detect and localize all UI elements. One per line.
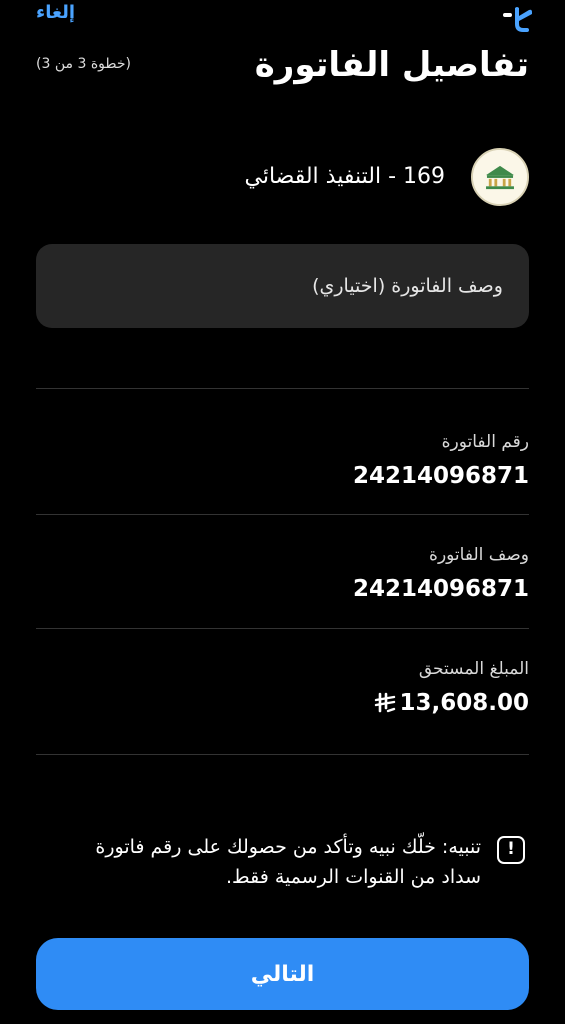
invoice-description-input[interactable] xyxy=(36,244,529,328)
biller-logo-icon xyxy=(471,148,529,206)
alert-exclamation-icon: ! xyxy=(497,836,525,864)
step-indicator: (خطوة 3 من 3) xyxy=(36,56,131,72)
invoice-number-block: رقم الفاتورة 24214096871 xyxy=(36,430,529,520)
divider xyxy=(36,388,529,389)
invoice-description-label: وصف الفاتورة xyxy=(429,545,529,565)
saudi-riyal-icon xyxy=(374,692,395,713)
divider xyxy=(36,514,529,515)
invoice-number-label: رقم الفاتورة xyxy=(441,432,529,452)
page-title: تفاصيل الفاتورة xyxy=(254,45,529,85)
brand-logo-icon xyxy=(503,7,532,32)
invoice-description-value: 24214096871 xyxy=(352,576,529,602)
amount-due-label: المبلغ المستحق xyxy=(418,659,529,679)
amount-due-row: 13,608.00 xyxy=(374,687,530,719)
cancel-link[interactable]: إلغاء xyxy=(36,2,75,23)
title-row: تفاصيل الفاتورة (خطوة 3 من 3) xyxy=(36,42,529,88)
divider xyxy=(36,628,529,629)
warning-text: تنبيه: خلّك نبيه وتأكد من حصولك على رقم … xyxy=(95,836,481,888)
amount-due-value: 13,608.00 xyxy=(399,690,530,716)
warning-notice: ! تنبيه: خلّك نبيه وتأكد من حصولك على رق… xyxy=(36,832,529,904)
biller-row: 169 - التنفيذ القضائي xyxy=(36,148,529,208)
divider xyxy=(36,754,529,755)
biller-name: 169 - التنفيذ القضائي xyxy=(244,164,445,189)
amount-due-block: المبلغ المستحق 13,608.00 xyxy=(36,657,529,747)
invoice-description-block: وصف الفاتورة 24214096871 xyxy=(36,543,529,633)
invoice-number-value: 24214096871 xyxy=(352,463,529,489)
next-button[interactable]: التالي xyxy=(36,938,529,1010)
top-bar: إلغاء xyxy=(0,0,565,36)
